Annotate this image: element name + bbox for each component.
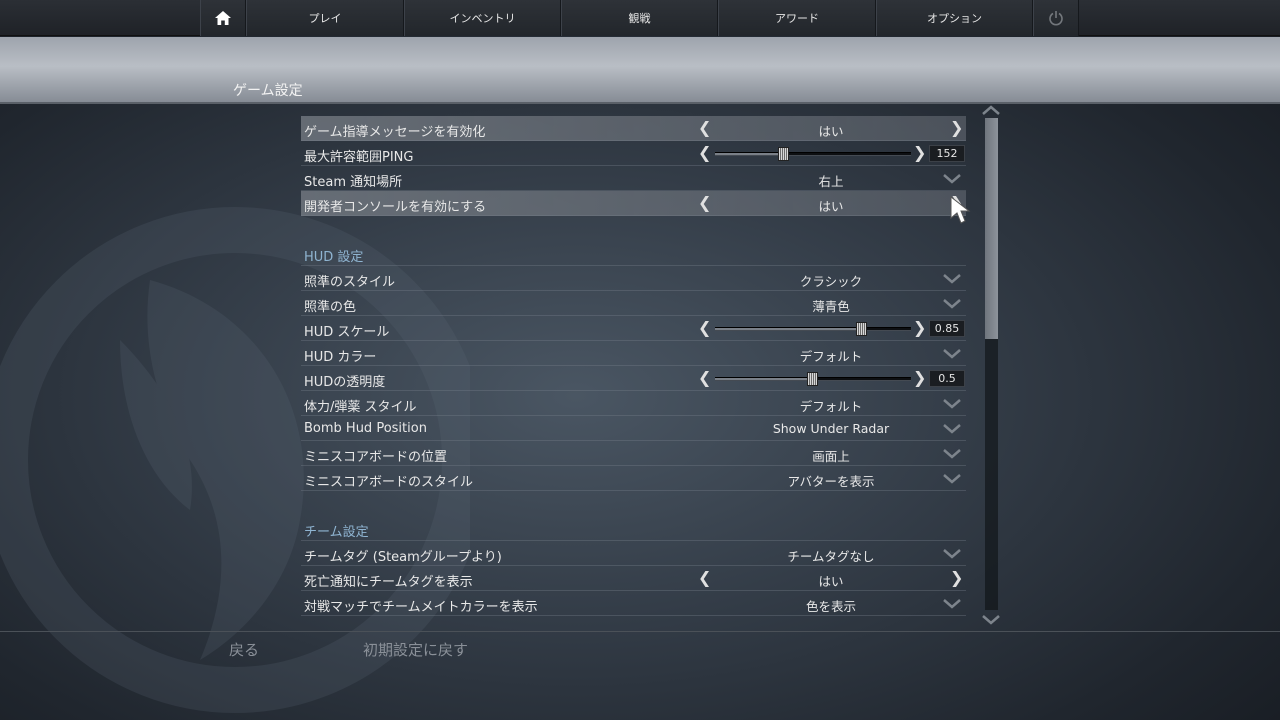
setting-row-bomb-hud[interactable]: Bomb Hud Position Show Under Radar (301, 416, 966, 441)
setting-row-steam-notify[interactable]: Steam 通知場所 右上 (301, 166, 966, 191)
setting-row-teammate-colors[interactable]: 対戦マッチでチームメイトカラーを表示 色を表示 (301, 591, 966, 616)
setting-label: Bomb Hud Position (304, 421, 427, 436)
chevron-down-icon[interactable] (943, 274, 961, 284)
setting-value: 右上 (818, 174, 844, 189)
arrow-left-icon[interactable]: ❮ (698, 569, 711, 587)
setting-label: 死亡通知にチームタグを表示 (304, 575, 473, 590)
setting-label: 最大許容範囲PING (304, 150, 414, 165)
slider-thumb[interactable] (778, 147, 789, 161)
setting-row-hud-scale[interactable]: HUD スケール ❮ ❯ 0.85 (301, 316, 966, 341)
arrow-right-icon[interactable]: ❯ (913, 319, 926, 337)
slider-thumb[interactable] (856, 322, 867, 336)
settings-list: ゲーム指導メッセージを有効化 ❮ はい ❯ 最大許容範囲PING ❮ ❯ 152… (301, 0, 966, 720)
reset-defaults-button[interactable]: 初期設定に戻す (363, 639, 468, 660)
setting-value: 色を表示 (805, 599, 856, 614)
setting-label: ミニスコアボードの位置 (304, 450, 448, 465)
slider-fill (715, 328, 862, 330)
home-button[interactable] (200, 0, 246, 36)
setting-value: クラシック (799, 274, 863, 289)
slider-value-box[interactable]: 0.85 (929, 320, 965, 337)
arrow-left-icon[interactable]: ❮ (698, 119, 711, 137)
arrow-left-icon[interactable]: ❮ (698, 144, 711, 162)
scroll-down-icon[interactable] (981, 614, 1001, 626)
scroll-up-icon[interactable] (981, 104, 1001, 116)
slider-fill (715, 153, 784, 155)
mouse-cursor-icon (950, 196, 971, 224)
arrow-left-icon[interactable]: ❮ (698, 369, 711, 387)
setting-label: 照準の色 (304, 300, 357, 315)
setting-row-dev-console[interactable]: 開発者コンソールを有効にする ❮ はい ❯ (301, 191, 966, 216)
chevron-down-icon[interactable] (943, 549, 961, 559)
setting-row-hud-alpha[interactable]: HUDの透明度 ❮ ❯ 0.5 (301, 366, 966, 391)
setting-label: HUD スケール (304, 325, 390, 340)
arrow-left-icon[interactable]: ❮ (698, 319, 711, 337)
footer-divider (0, 631, 1280, 632)
setting-value: Show Under Radar (772, 421, 890, 436)
chevron-down-icon[interactable] (943, 399, 961, 409)
power-button[interactable] (1033, 0, 1079, 36)
setting-label: HUD カラー (304, 350, 377, 365)
setting-value: チームタグなし (787, 549, 875, 564)
power-icon (1049, 11, 1063, 26)
setting-row-death-notice-tag[interactable]: 死亡通知にチームタグを表示 ❮ はい ❯ (301, 566, 966, 591)
setting-value: はい (818, 199, 844, 214)
setting-label: ミニスコアボードのスタイル (304, 475, 474, 490)
section-header-hud: HUD 設定 (304, 250, 364, 265)
back-button[interactable]: 戻る (229, 639, 259, 660)
chevron-down-icon[interactable] (943, 424, 961, 434)
setting-row-crosshair-style[interactable]: 照準のスタイル クラシック (301, 266, 966, 291)
chevron-down-icon[interactable] (943, 349, 961, 359)
scrollbar-track[interactable] (985, 118, 998, 610)
setting-value: アバターを表示 (787, 474, 875, 489)
page-title: ゲーム設定 (233, 83, 303, 99)
hud-alpha-slider[interactable] (715, 372, 911, 386)
scrollbar-thumb[interactable] (985, 118, 998, 339)
setting-label: 照準のスタイル (304, 275, 396, 290)
setting-label: 開発者コンソールを有効にする (304, 200, 487, 215)
slider-value-box[interactable]: 152 (929, 145, 965, 162)
setting-value: 薄青色 (812, 299, 850, 314)
setting-label: チームタグ (Steamグループより) (304, 550, 502, 565)
setting-label: Steam 通知場所 (304, 175, 403, 190)
setting-row-max-ping[interactable]: 最大許容範囲PING ❮ ❯ 152 (301, 141, 966, 166)
slider-thumb[interactable] (807, 372, 818, 386)
chevron-down-icon[interactable] (943, 474, 961, 484)
setting-label: 体力/弾薬 スタイル (304, 400, 417, 415)
setting-row-health-ammo-style[interactable]: 体力/弾薬 スタイル デフォルト (301, 391, 966, 416)
chevron-down-icon[interactable] (943, 299, 961, 309)
setting-label: ゲーム指導メッセージを有効化 (304, 125, 486, 140)
slider-value-box[interactable]: 0.5 (929, 370, 965, 387)
setting-row-game-instructor[interactable]: ゲーム指導メッセージを有効化 ❮ はい ❯ (301, 116, 966, 141)
setting-row-mini-scoreboard-pos[interactable]: ミニスコアボードの位置 画面上 (301, 441, 966, 466)
setting-row-team-tag[interactable]: チームタグ (Steamグループより) チームタグなし (301, 541, 966, 566)
setting-row-hud-color[interactable]: HUD カラー デフォルト (301, 341, 966, 366)
slider-fill (715, 378, 813, 380)
setting-value: デフォルト (799, 349, 863, 364)
setting-value: デフォルト (799, 399, 863, 414)
setting-label: HUDの透明度 (304, 375, 386, 390)
hud-scale-slider[interactable] (715, 322, 911, 336)
section-header-team: チーム設定 (304, 525, 369, 540)
chevron-down-icon[interactable] (943, 174, 961, 184)
arrow-right-icon[interactable]: ❯ (950, 119, 963, 137)
setting-value: はい (818, 574, 844, 589)
arrow-right-icon[interactable]: ❯ (913, 369, 926, 387)
setting-label: 対戦マッチでチームメイトカラーを表示 (304, 600, 538, 615)
arrow-right-icon[interactable]: ❯ (950, 569, 963, 587)
setting-row-crosshair-color[interactable]: 照準の色 薄青色 (301, 291, 966, 316)
ping-slider[interactable] (715, 147, 911, 161)
setting-value: 画面上 (812, 449, 850, 464)
chevron-down-icon[interactable] (943, 449, 961, 459)
setting-value: はい (818, 124, 844, 139)
arrow-left-icon[interactable]: ❮ (698, 194, 711, 212)
setting-row-mini-scoreboard-style[interactable]: ミニスコアボードのスタイル アバターを表示 (301, 466, 966, 491)
chevron-down-icon[interactable] (943, 599, 961, 609)
arrow-right-icon[interactable]: ❯ (913, 144, 926, 162)
home-icon (215, 11, 231, 25)
